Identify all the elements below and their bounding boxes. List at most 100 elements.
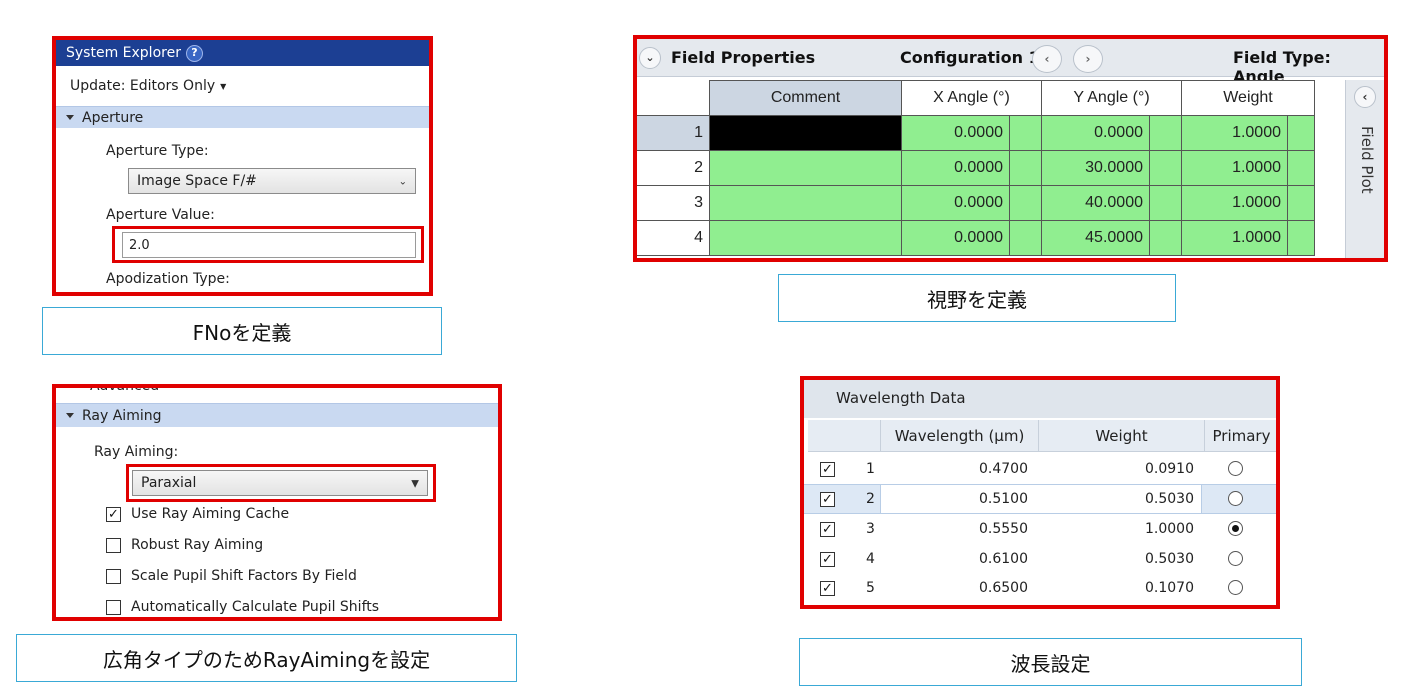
caption-field: 視野を定義 bbox=[778, 274, 1176, 322]
column-header-weight[interactable]: Weight bbox=[1038, 420, 1204, 452]
checkbox-checked-icon[interactable]: ✓ bbox=[820, 492, 835, 507]
caption-wavelength: 波長設定 bbox=[799, 638, 1302, 686]
checkbox-unchecked-icon[interactable] bbox=[106, 568, 121, 584]
weight-value[interactable]: 1.0000 bbox=[1145, 521, 1194, 537]
help-icon[interactable]: ? bbox=[185, 44, 203, 62]
caption-fno: FNoを定義 bbox=[42, 307, 442, 355]
row-number-header bbox=[637, 80, 710, 116]
primary-radio-icon[interactable] bbox=[1228, 551, 1243, 566]
cell-y-solve[interactable] bbox=[1150, 151, 1182, 186]
cell-x-angle[interactable]: 0.0000 bbox=[902, 186, 1010, 221]
checkbox-scale-pupil-shift[interactable]: Scale Pupil Shift Factors By Field bbox=[106, 568, 357, 584]
cell-y-angle[interactable]: 30.0000 bbox=[1042, 151, 1150, 186]
cell-weight[interactable]: 1.0000 bbox=[1182, 151, 1288, 186]
checkbox-checked-icon[interactable]: ✓ bbox=[820, 552, 835, 567]
section-aperture[interactable]: Aperture bbox=[56, 106, 429, 128]
wavelength-row[interactable]: ✓ 5 0.6500 0.1070 bbox=[804, 575, 1276, 605]
cell-x-solve[interactable] bbox=[1010, 221, 1042, 256]
next-config-icon[interactable]: › bbox=[1073, 45, 1103, 73]
ray-aiming-select[interactable]: Paraxial ▼ bbox=[132, 470, 428, 496]
cell-weight-solve[interactable] bbox=[1288, 186, 1315, 221]
cell-weight[interactable]: 1.0000 bbox=[1182, 186, 1288, 221]
column-header-primary[interactable]: Primary bbox=[1204, 420, 1276, 452]
ray-aiming-value: Paraxial bbox=[141, 475, 197, 491]
cell-x-solve[interactable] bbox=[1010, 186, 1042, 221]
row-number[interactable]: 4 bbox=[637, 221, 710, 256]
cell-y-angle[interactable]: 0.0000 bbox=[1042, 116, 1150, 151]
column-header-weight[interactable]: Weight bbox=[1182, 80, 1315, 116]
weight-value[interactable]: 0.5030 bbox=[1145, 491, 1194, 507]
ray-aiming-panel: Advanced Ray Aiming Ray Aiming: Paraxial… bbox=[52, 384, 502, 621]
cell-comment[interactable] bbox=[710, 186, 902, 221]
weight-value[interactable]: 0.1070 bbox=[1145, 580, 1194, 596]
collapse-chevron-icon[interactable]: ⌄ bbox=[639, 47, 661, 69]
wavelength-row[interactable]: ✓ 1 0.4700 0.0910 bbox=[804, 454, 1276, 484]
cell-y-angle[interactable]: 45.0000 bbox=[1042, 221, 1150, 256]
checkbox-robust-ray-aiming[interactable]: Robust Ray Aiming bbox=[106, 537, 263, 553]
checkbox-checked-icon[interactable]: ✓ bbox=[820, 522, 835, 537]
row-number: 1 bbox=[866, 461, 875, 477]
checkbox-label: Use Ray Aiming Cache bbox=[131, 506, 290, 522]
cell-x-solve[interactable] bbox=[1010, 151, 1042, 186]
wavelength-row[interactable]: ✓ 4 0.6100 0.5030 bbox=[804, 545, 1276, 575]
checkbox-label: Automatically Calculate Pupil Shifts bbox=[131, 599, 380, 615]
row-number: 4 bbox=[866, 551, 875, 567]
cell-comment[interactable] bbox=[710, 116, 902, 151]
checkbox-use-ray-aiming-cache[interactable]: ✓ Use Ray Aiming Cache bbox=[106, 506, 289, 522]
wavelength-row[interactable]: ✓ 2 0.5100 0.5030 bbox=[804, 484, 1276, 514]
row-number[interactable]: 1 bbox=[637, 116, 710, 151]
column-header-y-angle[interactable]: Y Angle (°) bbox=[1042, 80, 1182, 116]
cell-weight-solve[interactable] bbox=[1288, 221, 1315, 256]
checkbox-auto-pupil-shifts[interactable]: Automatically Calculate Pupil Shifts bbox=[106, 599, 379, 615]
checkbox-checked-icon[interactable]: ✓ bbox=[820, 462, 835, 477]
checkbox-checked-icon[interactable]: ✓ bbox=[106, 506, 121, 522]
cell-weight[interactable]: 1.0000 bbox=[1182, 221, 1288, 256]
checkbox-checked-icon[interactable]: ✓ bbox=[820, 581, 835, 596]
wavelength-value[interactable]: 0.4700 bbox=[979, 461, 1028, 477]
row-number[interactable]: 3 bbox=[637, 186, 710, 221]
cell-y-solve[interactable] bbox=[1150, 186, 1182, 221]
wavelength-value[interactable]: 0.5550 bbox=[979, 521, 1028, 537]
column-header-comment[interactable]: Comment bbox=[710, 80, 902, 116]
field-properties-panel: ⌄ Field Properties Configuration 1/1 ‹ ›… bbox=[633, 35, 1388, 262]
cell-x-angle[interactable]: 0.0000 bbox=[902, 116, 1010, 151]
aperture-value-input[interactable]: 2.0 bbox=[122, 232, 416, 258]
wavelength-value[interactable]: 0.6500 bbox=[979, 580, 1028, 596]
wavelength-value[interactable]: 0.5100 bbox=[979, 491, 1028, 507]
checkbox-unchecked-icon[interactable] bbox=[106, 599, 121, 615]
field-properties-title: Field Properties bbox=[671, 48, 816, 67]
primary-radio-icon[interactable] bbox=[1228, 491, 1243, 506]
cell-y-angle[interactable]: 40.0000 bbox=[1042, 186, 1150, 221]
cell-x-solve[interactable] bbox=[1010, 116, 1042, 151]
wavelength-row[interactable]: ✓ 3 0.5550 1.0000 bbox=[804, 515, 1276, 545]
cell-x-angle[interactable]: 0.0000 bbox=[902, 151, 1010, 186]
row-number: 2 bbox=[866, 491, 875, 507]
weight-value[interactable]: 0.5030 bbox=[1145, 551, 1194, 567]
column-header-wavelength[interactable]: Wavelength (µm) bbox=[880, 420, 1038, 452]
prev-config-icon[interactable]: ‹ bbox=[1032, 45, 1062, 73]
cell-y-solve[interactable] bbox=[1150, 221, 1182, 256]
checkbox-unchecked-icon[interactable] bbox=[106, 537, 121, 553]
aperture-type-select[interactable]: Image Space F/# ⌄ bbox=[128, 168, 416, 194]
update-mode-dropdown[interactable]: Update: Editors Only ▼ bbox=[70, 78, 226, 94]
wavelength-value[interactable]: 0.6100 bbox=[979, 551, 1028, 567]
cell-x-angle[interactable]: 0.0000 bbox=[902, 221, 1010, 256]
section-ray-aiming[interactable]: Ray Aiming bbox=[56, 403, 498, 427]
primary-radio-icon[interactable] bbox=[1228, 580, 1243, 595]
field-plot-side-tab[interactable]: ‹ Field Plot bbox=[1345, 80, 1384, 258]
row-number[interactable]: 2 bbox=[637, 151, 710, 186]
cell-weight-solve[interactable] bbox=[1288, 116, 1315, 151]
collapse-triangle-icon bbox=[66, 413, 74, 418]
cell-comment[interactable] bbox=[710, 151, 902, 186]
primary-radio-selected-icon[interactable] bbox=[1228, 521, 1243, 536]
cell-comment[interactable] bbox=[710, 221, 902, 256]
column-header-x-angle[interactable]: X Angle (°) bbox=[902, 80, 1042, 116]
cell-y-solve[interactable] bbox=[1150, 116, 1182, 151]
cell-weight-solve[interactable] bbox=[1288, 151, 1315, 186]
primary-radio-icon[interactable] bbox=[1228, 461, 1243, 476]
cell-weight[interactable]: 1.0000 bbox=[1182, 116, 1288, 151]
weight-value[interactable]: 0.0910 bbox=[1145, 461, 1194, 477]
collapse-triangle-icon bbox=[66, 115, 74, 120]
expand-left-icon[interactable]: ‹ bbox=[1354, 86, 1376, 108]
caret-down-icon: ▼ bbox=[220, 81, 227, 91]
